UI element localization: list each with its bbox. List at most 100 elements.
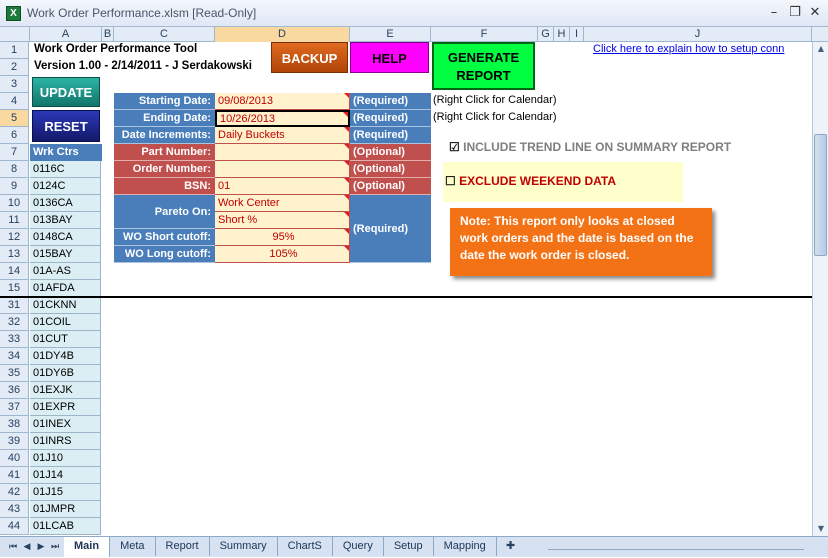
column-header-b[interactable]: B — [102, 27, 114, 42]
row-header-12[interactable]: 12 — [0, 229, 29, 246]
row-header-15[interactable]: 15 — [0, 280, 29, 297]
work-center-item[interactable]: 01A-AS — [30, 263, 101, 280]
work-center-item[interactable]: 013BAY — [30, 212, 101, 229]
row-header-10[interactable]: 10 — [0, 195, 29, 212]
column-header-g[interactable]: G — [538, 27, 554, 42]
reset-button[interactable]: RESET — [32, 110, 100, 142]
row-header-6[interactable]: 6 — [0, 127, 29, 144]
work-center-item[interactable]: 01COIL — [30, 314, 101, 331]
row-header-39[interactable]: 39 — [0, 433, 29, 450]
work-center-item[interactable]: 01DY4B — [30, 348, 101, 365]
backup-button[interactable]: BACKUP — [271, 42, 348, 73]
column-header-d[interactable]: D — [215, 27, 350, 42]
row-header-42[interactable]: 42 — [0, 484, 29, 501]
part-number-input[interactable] — [215, 144, 350, 161]
scrollbar-thumb[interactable] — [814, 134, 827, 256]
row-header-37[interactable]: 37 — [0, 399, 29, 416]
row-header-13[interactable]: 13 — [0, 246, 29, 263]
pareto-primary-input[interactable]: Work Center — [215, 195, 350, 212]
row-header-33[interactable]: 33 — [0, 331, 29, 348]
work-center-item[interactable]: 0124C — [30, 178, 101, 195]
row-header-3[interactable]: 3 — [0, 76, 29, 93]
column-header-e[interactable]: E — [350, 27, 431, 42]
trend-line-checkbox-icon[interactable]: ☑ — [449, 140, 460, 154]
work-center-item[interactable]: 01J14 — [30, 467, 101, 484]
row-header-7[interactable]: 7 — [0, 144, 29, 161]
work-center-item[interactable]: 01JMPR — [30, 501, 101, 518]
row-header-43[interactable]: 43 — [0, 501, 29, 518]
row-header-5[interactable]: 5 — [0, 110, 29, 127]
work-center-item[interactable]: 0148CA — [30, 229, 101, 246]
starting-date-input[interactable]: 09/08/2013 — [215, 93, 350, 110]
work-center-item[interactable]: 0116C — [30, 161, 101, 178]
row-header-2[interactable]: 2 — [0, 59, 29, 76]
prev-sheet-icon[interactable]: ◀ — [22, 541, 32, 553]
sheet-tab-setup[interactable]: Setup — [384, 537, 434, 556]
help-button[interactable]: HELP — [350, 42, 429, 73]
column-header-h[interactable]: H — [554, 27, 570, 42]
row-header-38[interactable]: 38 — [0, 416, 29, 433]
row-header-4[interactable]: 4 — [0, 93, 29, 110]
row-header-9[interactable]: 9 — [0, 178, 29, 195]
row-header-1[interactable]: 1 — [0, 42, 29, 59]
sheet-tab-query[interactable]: Query — [333, 537, 384, 556]
work-center-item[interactable]: 01J10 — [30, 450, 101, 467]
generate-report-button[interactable]: GENERATE REPORT — [432, 42, 535, 90]
order-number-input[interactable] — [215, 161, 350, 178]
row-header-44[interactable]: 44 — [0, 518, 29, 535]
sheet-tab-meta[interactable]: Meta — [110, 537, 156, 556]
first-sheet-icon[interactable]: ⏮ — [8, 541, 18, 553]
work-center-item[interactable]: 01CKNN — [30, 297, 101, 314]
work-center-item[interactable]: 01EXPR — [30, 399, 101, 416]
work-center-item[interactable]: 01INRS — [30, 433, 101, 450]
row-header-36[interactable]: 36 — [0, 382, 29, 399]
sheet-tab-report[interactable]: Report — [156, 537, 210, 556]
scroll-down-icon[interactable]: ▼ — [814, 522, 828, 536]
row-header-8[interactable]: 8 — [0, 161, 29, 178]
work-center-item[interactable]: 015BAY — [30, 246, 101, 263]
sheet-tab-main[interactable]: Main — [64, 537, 111, 558]
row-header-32[interactable]: 32 — [0, 314, 29, 331]
next-sheet-icon[interactable]: ▶ — [36, 541, 46, 553]
date-increments-input[interactable]: Daily Buckets — [215, 127, 350, 144]
wo-long-cutoff-input[interactable]: 105% — [215, 246, 350, 263]
horizontal-scroll-track[interactable] — [548, 549, 804, 550]
bsn-input[interactable]: 01 — [215, 178, 350, 195]
sheet-tab-charts[interactable]: ChartS — [278, 537, 333, 556]
work-center-item[interactable]: 0136CA — [30, 195, 101, 212]
column-header-c[interactable]: C — [114, 27, 215, 42]
restore-icon[interactable]: ❐ — [786, 4, 804, 22]
row-header-34[interactable]: 34 — [0, 348, 29, 365]
excel-app-icon[interactable]: X — [6, 6, 21, 21]
work-center-item[interactable]: 01AFDA — [30, 280, 101, 297]
minimize-icon[interactable]: – — [765, 4, 783, 22]
last-sheet-icon[interactable]: ⏭ — [50, 541, 60, 553]
work-center-item[interactable]: 01CUT — [30, 331, 101, 348]
trend-line-option[interactable]: ☑ INCLUDE TREND LINE ON SUMMARY REPORT — [449, 140, 731, 154]
work-center-item[interactable]: 01EXJK — [30, 382, 101, 399]
work-center-item[interactable]: 01INEX — [30, 416, 101, 433]
sheet-tab-summary[interactable]: Summary — [210, 537, 278, 556]
scroll-up-icon[interactable]: ▲ — [814, 42, 828, 56]
pareto-secondary-input[interactable]: Short % — [215, 212, 350, 229]
exclude-weekend-checkbox-icon[interactable]: ☐ — [445, 174, 456, 188]
row-header-11[interactable]: 11 — [0, 212, 29, 229]
row-header-14[interactable]: 14 — [0, 263, 29, 280]
column-header-i[interactable]: I — [570, 27, 584, 42]
insert-sheet-icon[interactable]: ✚ — [506, 539, 522, 553]
row-header-35[interactable]: 35 — [0, 365, 29, 382]
column-header-j[interactable]: J — [584, 27, 812, 42]
close-icon[interactable]: ✕ — [806, 4, 824, 22]
work-center-item[interactable]: 01J15 — [30, 484, 101, 501]
column-header-a[interactable]: A — [30, 27, 102, 42]
row-header-40[interactable]: 40 — [0, 450, 29, 467]
row-header-31[interactable]: 31 — [0, 297, 29, 314]
wo-short-cutoff-input[interactable]: 95% — [215, 229, 350, 246]
select-all-corner[interactable] — [0, 27, 30, 42]
column-header-f[interactable]: F — [431, 27, 538, 42]
row-header-41[interactable]: 41 — [0, 467, 29, 484]
setup-help-link[interactable]: Click here to explain how to setup conn — [593, 43, 810, 55]
ending-date-input[interactable]: 10/26/2013 — [215, 110, 350, 127]
sheet-tab-mapping[interactable]: Mapping — [434, 537, 497, 556]
update-button[interactable]: UPDATE — [32, 77, 100, 107]
